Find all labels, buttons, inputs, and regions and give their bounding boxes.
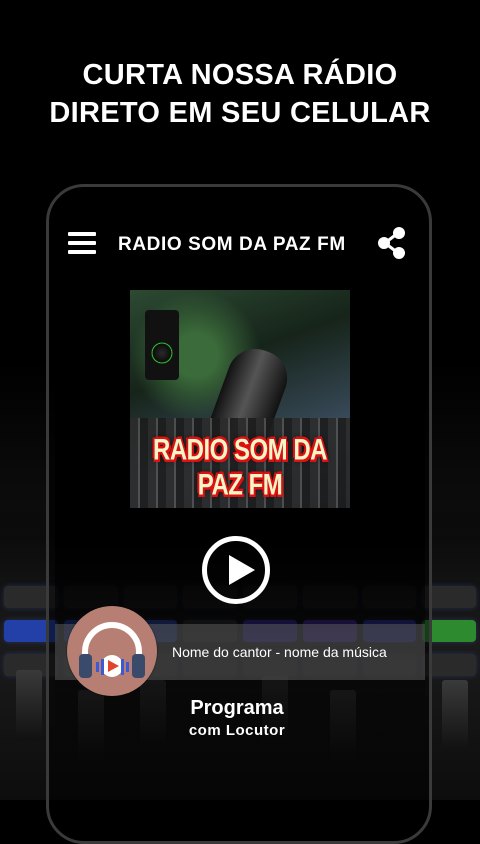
play-button[interactable] <box>202 536 270 604</box>
promo-headline: CURTA NOSSA RÁDIO DIRETO EM SEU CELULAR <box>0 56 480 132</box>
program-title: Programa <box>190 697 284 719</box>
speaker-graphic <box>145 310 179 380</box>
share-icon[interactable] <box>377 226 407 260</box>
headphones-icon <box>79 622 145 678</box>
station-logo <box>67 606 157 696</box>
now-playing-text: Nome do cantor - nome da música <box>172 644 387 660</box>
app-title: RADIO SOM DA PAZ FM <box>118 234 346 255</box>
cover-art-text: RADIO SOM DA PAZ FM <box>153 433 328 502</box>
hamburger-menu-icon[interactable] <box>68 232 96 254</box>
headline-line-1: CURTA NOSSA RÁDIO <box>82 59 398 91</box>
app-bar: RADIO SOM DA PAZ FM <box>55 222 425 266</box>
station-cover-art: RADIO SOM DA PAZ FM <box>130 290 350 508</box>
headline-line-2: DIRETO EM SEU CELULAR <box>49 97 431 129</box>
program-subtitle: com Locutor <box>188 722 286 739</box>
